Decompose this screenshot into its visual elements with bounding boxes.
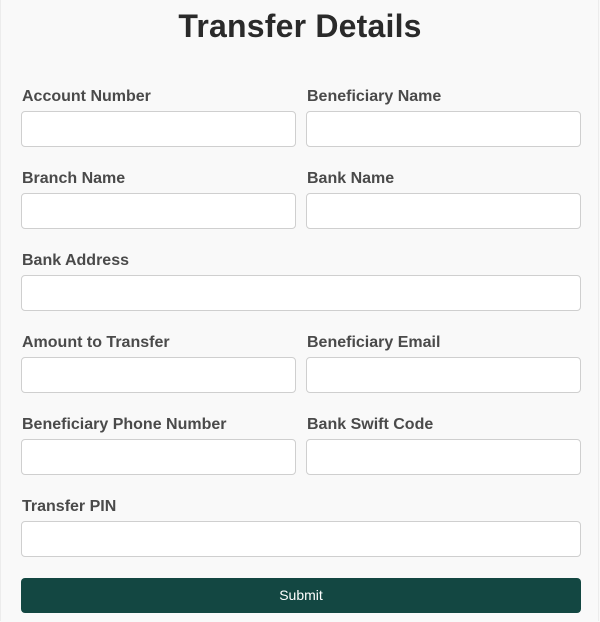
amount-to-transfer-label: Amount to Transfer <box>22 334 170 351</box>
beneficiary-phone-number-input[interactable] <box>21 439 296 475</box>
amount-to-transfer-input[interactable] <box>21 357 296 393</box>
beneficiary-name-label: Beneficiary Name <box>307 88 442 105</box>
submit-button[interactable]: Submit <box>21 578 581 613</box>
account-number-input[interactable] <box>21 111 296 147</box>
bank-name-input[interactable] <box>306 193 581 229</box>
branch-name-label: Branch Name <box>22 170 126 187</box>
page-title: Transfer Details <box>178 8 422 44</box>
account-number-label: Account Number <box>22 88 151 105</box>
branch-name-input[interactable] <box>21 193 296 229</box>
transfer-pin-label: Transfer PIN <box>22 498 117 515</box>
bank-name-label: Bank Name <box>307 170 395 187</box>
beneficiary-email-label: Beneficiary Email <box>307 334 441 351</box>
bank-swift-code-input[interactable] <box>306 439 581 475</box>
beneficiary-email-input[interactable] <box>306 357 581 393</box>
bank-swift-code-label: Bank Swift Code <box>307 416 434 433</box>
bank-address-label: Bank Address <box>22 252 129 269</box>
beneficiary-name-input[interactable] <box>306 111 581 147</box>
beneficiary-phone-number-label: Beneficiary Phone Number <box>22 416 227 433</box>
bank-address-input[interactable] <box>21 275 581 311</box>
transfer-pin-input[interactable] <box>21 521 581 557</box>
